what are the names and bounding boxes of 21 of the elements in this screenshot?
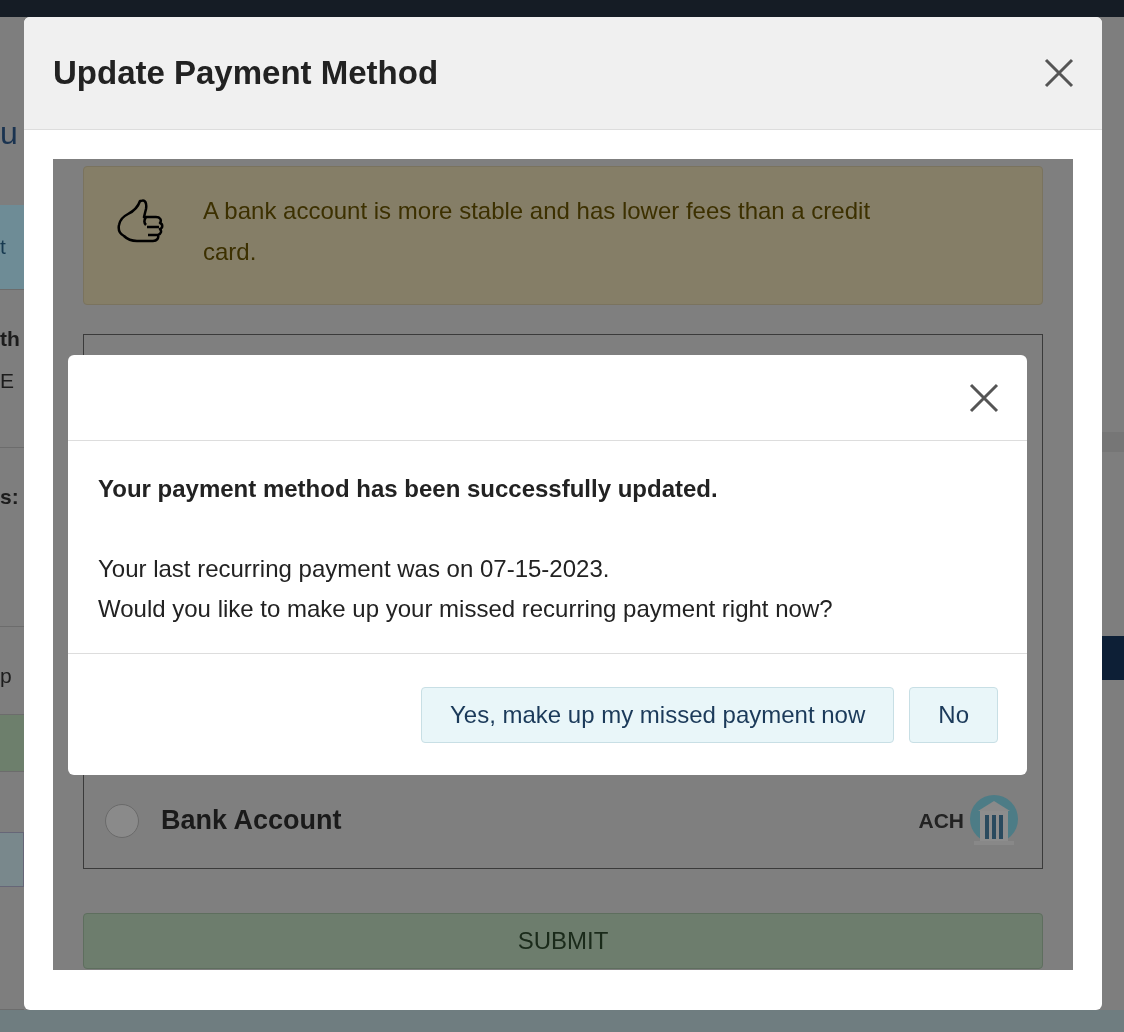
cut-off-text: t — [0, 234, 7, 260]
cut-off-text: u — [0, 114, 19, 153]
tip-text: A bank account is more stable and has lower fees than a credit card. — [203, 196, 872, 267]
radio-button[interactable] — [105, 803, 139, 838]
decline-button[interactable]: No — [909, 686, 998, 743]
option-label: Bank Account — [161, 805, 343, 836]
success-message: Your payment method has been successfully updated. — [98, 474, 719, 504]
cut-off-text: E — [0, 368, 15, 394]
cut-off-text: p — [0, 663, 13, 689]
close-icon[interactable] — [969, 382, 999, 413]
cut-off-text: s: — [0, 484, 20, 510]
message-text: Your last recurring payment was on 07-15-2023. — [98, 554, 611, 584]
dialog-title: Update Payment Method — [53, 54, 439, 92]
background-band — [0, 715, 24, 772]
confirm-button[interactable]: Yes, make up my missed payment now — [421, 686, 895, 743]
close-icon[interactable] — [1044, 58, 1074, 88]
ach-label: ACH — [918, 808, 964, 833]
cut-off-text: th — [0, 326, 21, 352]
background-box — [0, 832, 24, 887]
message-text: Would you like to make up your missed recurring payment right now? — [98, 594, 834, 624]
bank-building-icon — [968, 794, 1020, 847]
